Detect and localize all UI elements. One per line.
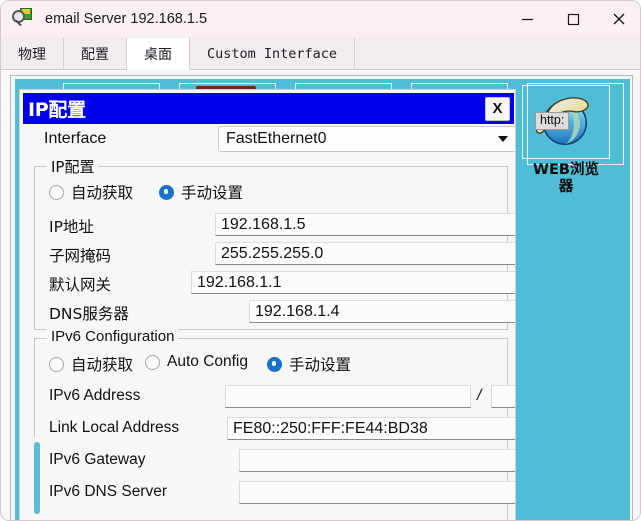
ipv6-autoconfig-radio-row[interactable]: Auto Config (145, 353, 248, 371)
ipv6-group-legend: IPv6 Configuration (47, 328, 179, 345)
dialog-title: IP配置 (28, 99, 86, 121)
window-title: email Server 192.168.1.5 (45, 11, 208, 27)
ipv6-static-radio[interactable] (267, 356, 282, 372)
ipv4-subnet-input[interactable]: 255.255.255.0 (215, 242, 515, 265)
ipv4-address-value: 192.168.1.5 (221, 215, 306, 233)
dialog-close-button[interactable]: X (485, 96, 510, 121)
close-button[interactable] (596, 1, 640, 37)
app-root: email Server 192.168.1.5 物理 配置 桌面 Custom… (0, 0, 641, 521)
ipv4-subnet-label: 子网掩码 (49, 247, 112, 265)
desktop-icon-web-browser[interactable]: http: WEB浏览 器 (521, 85, 611, 195)
tab-desktop[interactable]: 桌面 (127, 38, 190, 70)
interface-selected-value: FastEthernet0 (226, 130, 327, 147)
ipv6-dhcp-radio-row[interactable]: 自动获取 (49, 353, 133, 375)
tab-strip: 物理 配置 桌面 Custom Interface (1, 37, 640, 70)
ipv4-subnet-value: 255.255.255.0 (221, 244, 324, 262)
ipv4-group-legend: IP配置 (47, 156, 99, 177)
ipv4-dhcp-radio[interactable] (49, 184, 64, 200)
ipv6-link-local-value: FE80::250:FFF:FE44:BD38 (233, 419, 428, 437)
web-browser-icon-box: http: (522, 85, 610, 159)
ipv4-gateway-value: 192.168.1.1 (197, 273, 282, 291)
ipv4-address-row: IP地址 192.168.1.5 (49, 213, 515, 237)
ipv6-link-local-row: Link Local Address FE80::250:FFF:FE44:BD… (49, 417, 515, 441)
web-browser-label-line1: WEB浏览 (533, 162, 599, 178)
ipv4-gateway-row: 默认网关 192.168.1.1 (49, 271, 515, 295)
ipv6-autoconfig-radio[interactable] (145, 354, 160, 370)
ipv4-address-label: IP地址 (49, 218, 94, 236)
ipv6-dns-label: IPv6 DNS Server (49, 483, 168, 500)
ipv4-address-input[interactable]: 192.168.1.5 (215, 213, 515, 236)
tab-custom-interface[interactable]: Custom Interface (190, 38, 356, 69)
ipv6-link-local-label: Link Local Address (49, 419, 180, 436)
ipv4-dns-label: DNS服务器 (49, 305, 129, 323)
interface-row: Interface FastEthernet0 (20, 124, 515, 160)
interface-label: Interface (44, 130, 107, 147)
ipv4-gateway-label: 默认网关 (49, 276, 112, 294)
http-chip-label: http: (535, 112, 570, 131)
ipv6-autoconfig-label: Auto Config (167, 353, 248, 370)
ipv6-prefix-length-input[interactable] (491, 385, 515, 408)
ip-configuration-dialog: IP配置 X Interface FastEthernet0 IP配置 自动获取… (19, 89, 516, 520)
scrollbar-thumb[interactable] (34, 442, 40, 514)
ipv6-dhcp-radio[interactable] (49, 356, 64, 372)
ipv4-gateway-input[interactable]: 192.168.1.1 (191, 271, 515, 294)
ipv4-dns-value: 192.168.1.4 (255, 302, 340, 320)
tab-physical[interactable]: 物理 (1, 38, 64, 69)
window-controls (504, 1, 640, 37)
ipv6-dhcp-label: 自动获取 (71, 356, 134, 374)
ipv6-config-group: IPv6 Configuration 自动获取 Auto Config 手动设置 (34, 328, 515, 520)
ipv6-gateway-label: IPv6 Gateway (49, 451, 146, 468)
ipv6-address-input[interactable] (225, 385, 471, 408)
maximize-button[interactable] (550, 1, 596, 37)
ipv6-dns-row: IPv6 DNS Server (49, 481, 515, 505)
ipv6-address-label: IPv6 Address (49, 387, 141, 404)
minimize-button[interactable] (504, 1, 550, 37)
ipv4-subnet-row: 子网掩码 255.255.255.0 (49, 242, 515, 266)
ipv6-static-radio-row[interactable]: 手动设置 (267, 353, 351, 375)
ipv4-dhcp-label: 自动获取 (71, 184, 134, 202)
ipv4-config-group: IP配置 自动获取 手动设置 IP地址 192.168.1.5 子网掩码 255… (34, 156, 515, 330)
ipv6-gateway-input[interactable] (239, 449, 515, 472)
ipv4-dhcp-radio-row[interactable]: 自动获取 (49, 181, 133, 203)
ipv4-static-label: 手动设置 (181, 184, 244, 202)
ipv6-address-row: IPv6 Address / (49, 385, 515, 409)
dialog-titlebar: IP配置 X (23, 93, 514, 124)
packet-tracer-icon (12, 8, 34, 30)
chevron-down-icon (498, 136, 508, 142)
ipv6-gateway-row: IPv6 Gateway (49, 449, 515, 473)
web-browser-label-line2: 器 (558, 178, 574, 195)
tab-config[interactable]: 配置 (64, 38, 127, 69)
web-browser-icon-label: WEB浏览 器 (521, 162, 611, 195)
ipv6-prefix-separator: / (477, 387, 482, 404)
dialog-body: Interface FastEthernet0 IP配置 自动获取 手动设置 I… (20, 124, 515, 520)
application-window: email Server 192.168.1.5 物理 配置 桌面 Custom… (0, 0, 641, 521)
ipv6-static-label: 手动设置 (289, 356, 352, 374)
window-titlebar: email Server 192.168.1.5 (1, 1, 640, 37)
ipv4-static-radio[interactable] (159, 184, 174, 200)
ipv6-dns-input[interactable] (239, 481, 515, 504)
ipv4-dns-row: DNS服务器 192.168.1.4 (49, 300, 515, 324)
interface-select[interactable]: FastEthernet0 (218, 126, 515, 152)
ipv6-link-local-input[interactable]: FE80::250:FFF:FE44:BD38 (227, 417, 515, 440)
ipv4-dns-input[interactable]: 192.168.1.4 (249, 300, 515, 323)
ipv4-static-radio-row[interactable]: 手动设置 (159, 181, 243, 203)
